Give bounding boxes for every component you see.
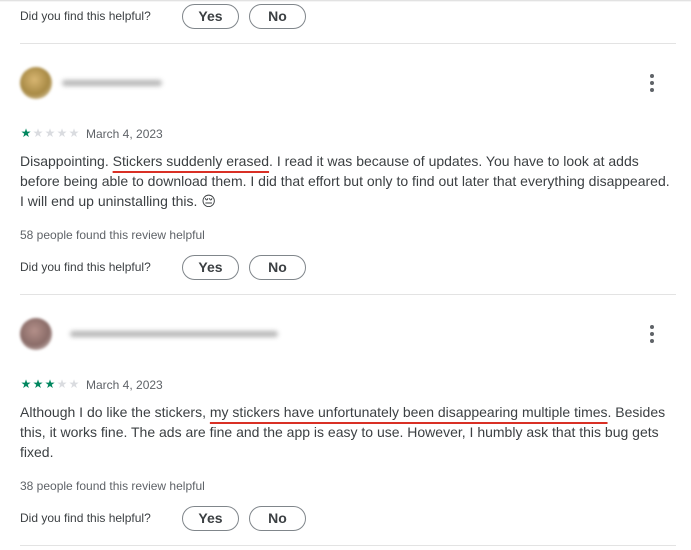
helpful-question: Did you find this helpful? <box>20 260 151 274</box>
rating-stars: ★ ★ ★ ★ ★ <box>20 127 80 139</box>
reviewer-avatar <box>20 318 52 350</box>
review-text-start: Disappointing. <box>20 153 113 169</box>
star-icon: ★ <box>68 126 80 140</box>
highlighted-phrase: my stickers have unfortunately been disa… <box>209 404 608 420</box>
divider <box>20 294 676 295</box>
reviewer-avatar <box>20 67 52 99</box>
helpful-question: Did you find this helpful? <box>20 511 151 525</box>
divider <box>20 545 676 546</box>
star-icon: ★ <box>56 377 68 391</box>
top-edge-shadow <box>0 0 691 2</box>
star-icon: ★ <box>32 377 44 391</box>
star-icon: ★ <box>44 126 56 140</box>
star-icon: ★ <box>56 126 68 140</box>
helpful-yes-button[interactable]: Yes <box>182 254 239 280</box>
highlighted-phrase: Stickers suddenly erased <box>112 153 270 169</box>
review-date: March 4, 2023 <box>86 127 163 141</box>
star-icon: ★ <box>20 377 32 391</box>
helpful-row: Did you find this helpful? Yes No <box>20 254 316 280</box>
star-icon: ★ <box>32 126 44 140</box>
rating-stars: ★ ★ ★ ★ ★ <box>20 378 80 390</box>
helpful-no-button[interactable]: No <box>249 505 306 531</box>
helpful-count: 38 people found this review helpful <box>20 479 205 493</box>
review-text: Disappointing. Stickers suddenly erased.… <box>20 151 670 211</box>
helpful-row-previous: Did you find this helpful? Yes No <box>20 3 316 29</box>
review-text: Although I do like the stickers, my stic… <box>20 402 670 462</box>
review-text-start: Although I do like the stickers, <box>20 404 210 420</box>
reviewer-name-redacted <box>70 331 278 337</box>
star-icon: ★ <box>44 377 56 391</box>
helpful-question: Did you find this helpful? <box>20 9 151 23</box>
star-icon: ★ <box>68 377 80 391</box>
reviewer-name-redacted <box>62 80 162 86</box>
helpful-no-button[interactable]: No <box>249 254 306 280</box>
review-date: March 4, 2023 <box>86 378 163 392</box>
helpful-row: Did you find this helpful? Yes No <box>20 505 316 531</box>
star-icon: ★ <box>20 126 32 140</box>
helpful-no-button[interactable]: No <box>249 3 306 29</box>
helpful-yes-button[interactable]: Yes <box>182 505 239 531</box>
helpful-yes-button[interactable]: Yes <box>182 3 239 29</box>
helpful-count: 58 people found this review helpful <box>20 228 205 242</box>
more-vert-icon[interactable] <box>636 318 668 350</box>
more-vert-icon[interactable] <box>636 67 668 99</box>
divider <box>20 43 676 44</box>
